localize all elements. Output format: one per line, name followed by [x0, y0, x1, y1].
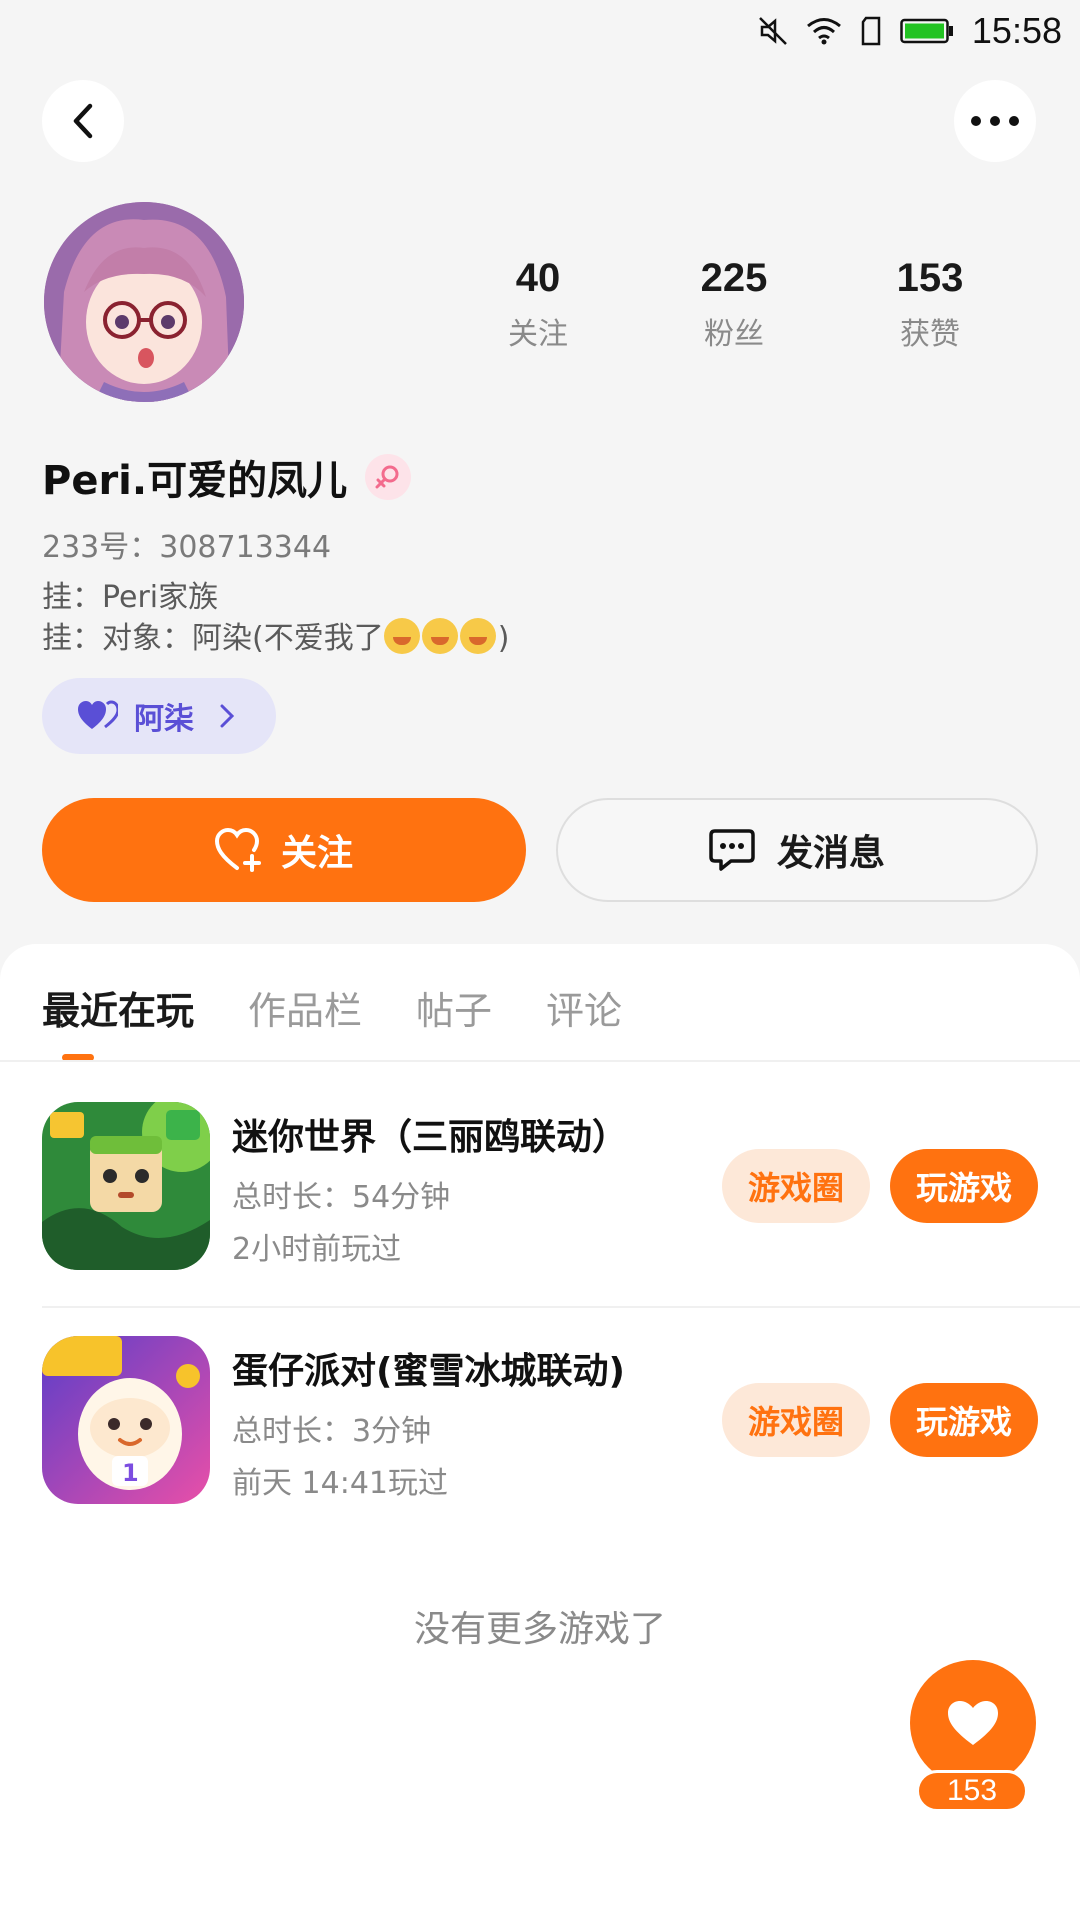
wifi-icon [806, 18, 841, 45]
stat-following-value: 40 [515, 256, 561, 300]
mini-world-game-image [42, 1102, 210, 1270]
row-divider [42, 1306, 1080, 1308]
avatar-image [44, 202, 244, 402]
heart-icon [948, 1701, 998, 1745]
avatar[interactable] [44, 202, 244, 402]
bio-line-1: 挂：Peri家族 [42, 580, 219, 615]
stat-following[interactable]: 40 关注 [440, 256, 636, 353]
tabs-divider [0, 1060, 1080, 1062]
mute-icon [759, 17, 787, 45]
game-icon-mini-world[interactable] [42, 1102, 210, 1270]
cp-partner-name: 阿柒 [134, 702, 194, 737]
nickname: Peri.可爱的凤儿 [42, 458, 348, 504]
stat-likes-label: 获赞 [900, 317, 960, 352]
game-icon-eggy-party[interactable]: 1 [42, 1336, 210, 1504]
game-circle-button[interactable]: 游戏圈 [722, 1149, 870, 1223]
svg-text:1: 1 [122, 1459, 139, 1487]
bio-line-2-end: ) [497, 621, 510, 656]
user-id: 233号：308713344 [42, 530, 332, 565]
tab-works[interactable]: 作品栏 [248, 980, 362, 1035]
game-info-2[interactable]: 蛋仔派对(蜜雪冰城联动) 总时长：3分钟 前天 14:41玩过 [232, 1342, 625, 1502]
play-game-button[interactable]: 玩游戏 [890, 1149, 1038, 1223]
tab-posts[interactable]: 帖子 [416, 980, 492, 1035]
crying-emoji-icon [421, 618, 458, 654]
crying-emoji-icon [459, 618, 496, 654]
cp-partner-chip[interactable]: 阿柒 [42, 678, 276, 754]
game-last-played: 前天 14:41玩过 [232, 1466, 448, 1501]
back-arrow-icon [73, 103, 93, 139]
bio: 挂：Peri家族 挂：对象：阿染(不爱我了) [42, 578, 509, 659]
bio-line-2: 挂：对象：阿染(不爱我了 [42, 621, 384, 656]
tab-recently-played[interactable]: 最近在玩 [42, 980, 194, 1035]
message-button[interactable]: 发消息 [556, 798, 1038, 902]
content-card: 最近在玩 作品栏 帖子 评论 迷你世界（三丽鸥联动） 总时长：54分钟 2小时前… [0, 944, 1080, 1920]
profile-stats: 40 关注 225 粉丝 153 获赞 [440, 256, 1030, 353]
game-name: 蛋仔派对(蜜雪冰城联动) [232, 1351, 625, 1392]
gender-badge [365, 454, 412, 500]
status-bar: 15:58 [0, 0, 1080, 62]
like-count-badge: 153 [916, 1770, 1028, 1812]
stat-likes-value: 153 [896, 256, 964, 300]
chat-bubble-icon [709, 829, 755, 871]
stat-likes[interactable]: 153 获赞 [832, 256, 1028, 353]
game-info-1[interactable]: 迷你世界（三丽鸥联动） 总时长：54分钟 2小时前玩过 [232, 1108, 628, 1268]
crying-emoji-icon [383, 618, 420, 654]
bio-line-2-row: 挂：对象：阿染(不爱我了) [42, 618, 509, 659]
game-duration: 总时长：3分钟 [232, 1414, 432, 1449]
game-last-played: 2小时前玩过 [232, 1232, 402, 1267]
chevron-right-icon [220, 704, 234, 728]
game-circle-button[interactable]: 游戏圈 [722, 1383, 870, 1457]
status-time: 15:58 [971, 10, 1062, 51]
follow-label: 关注 [280, 833, 353, 874]
stat-fans-value: 225 [700, 256, 768, 300]
message-label: 发消息 [776, 833, 885, 874]
stat-fans-label: 粉丝 [704, 317, 764, 352]
no-more-games-text: 没有更多游戏了 [413, 1609, 666, 1650]
more-button[interactable] [954, 80, 1036, 162]
heart-plus-icon [214, 828, 261, 872]
stat-fans[interactable]: 225 粉丝 [636, 256, 832, 353]
tab-comments[interactable]: 评论 [546, 980, 622, 1035]
game-name: 迷你世界（三丽鸥联动） [232, 1117, 629, 1158]
like-button[interactable] [910, 1660, 1036, 1786]
eggy-party-game-image: 1 [42, 1336, 210, 1504]
female-icon [375, 465, 399, 489]
back-button[interactable] [42, 80, 124, 162]
more-dots-icon [971, 116, 1019, 126]
play-game-button[interactable]: 玩游戏 [890, 1383, 1038, 1457]
profile-tabs: 最近在玩 作品栏 帖子 评论 [42, 980, 676, 1035]
battery-icon [900, 18, 953, 44]
sim-icon [861, 16, 881, 46]
follow-button[interactable]: 关注 [42, 798, 526, 902]
stat-following-label: 关注 [508, 317, 568, 352]
double-heart-icon [78, 700, 118, 729]
nickname-row: Peri.可爱的凤儿 [42, 448, 412, 506]
game-duration: 总时长：54分钟 [232, 1180, 451, 1215]
